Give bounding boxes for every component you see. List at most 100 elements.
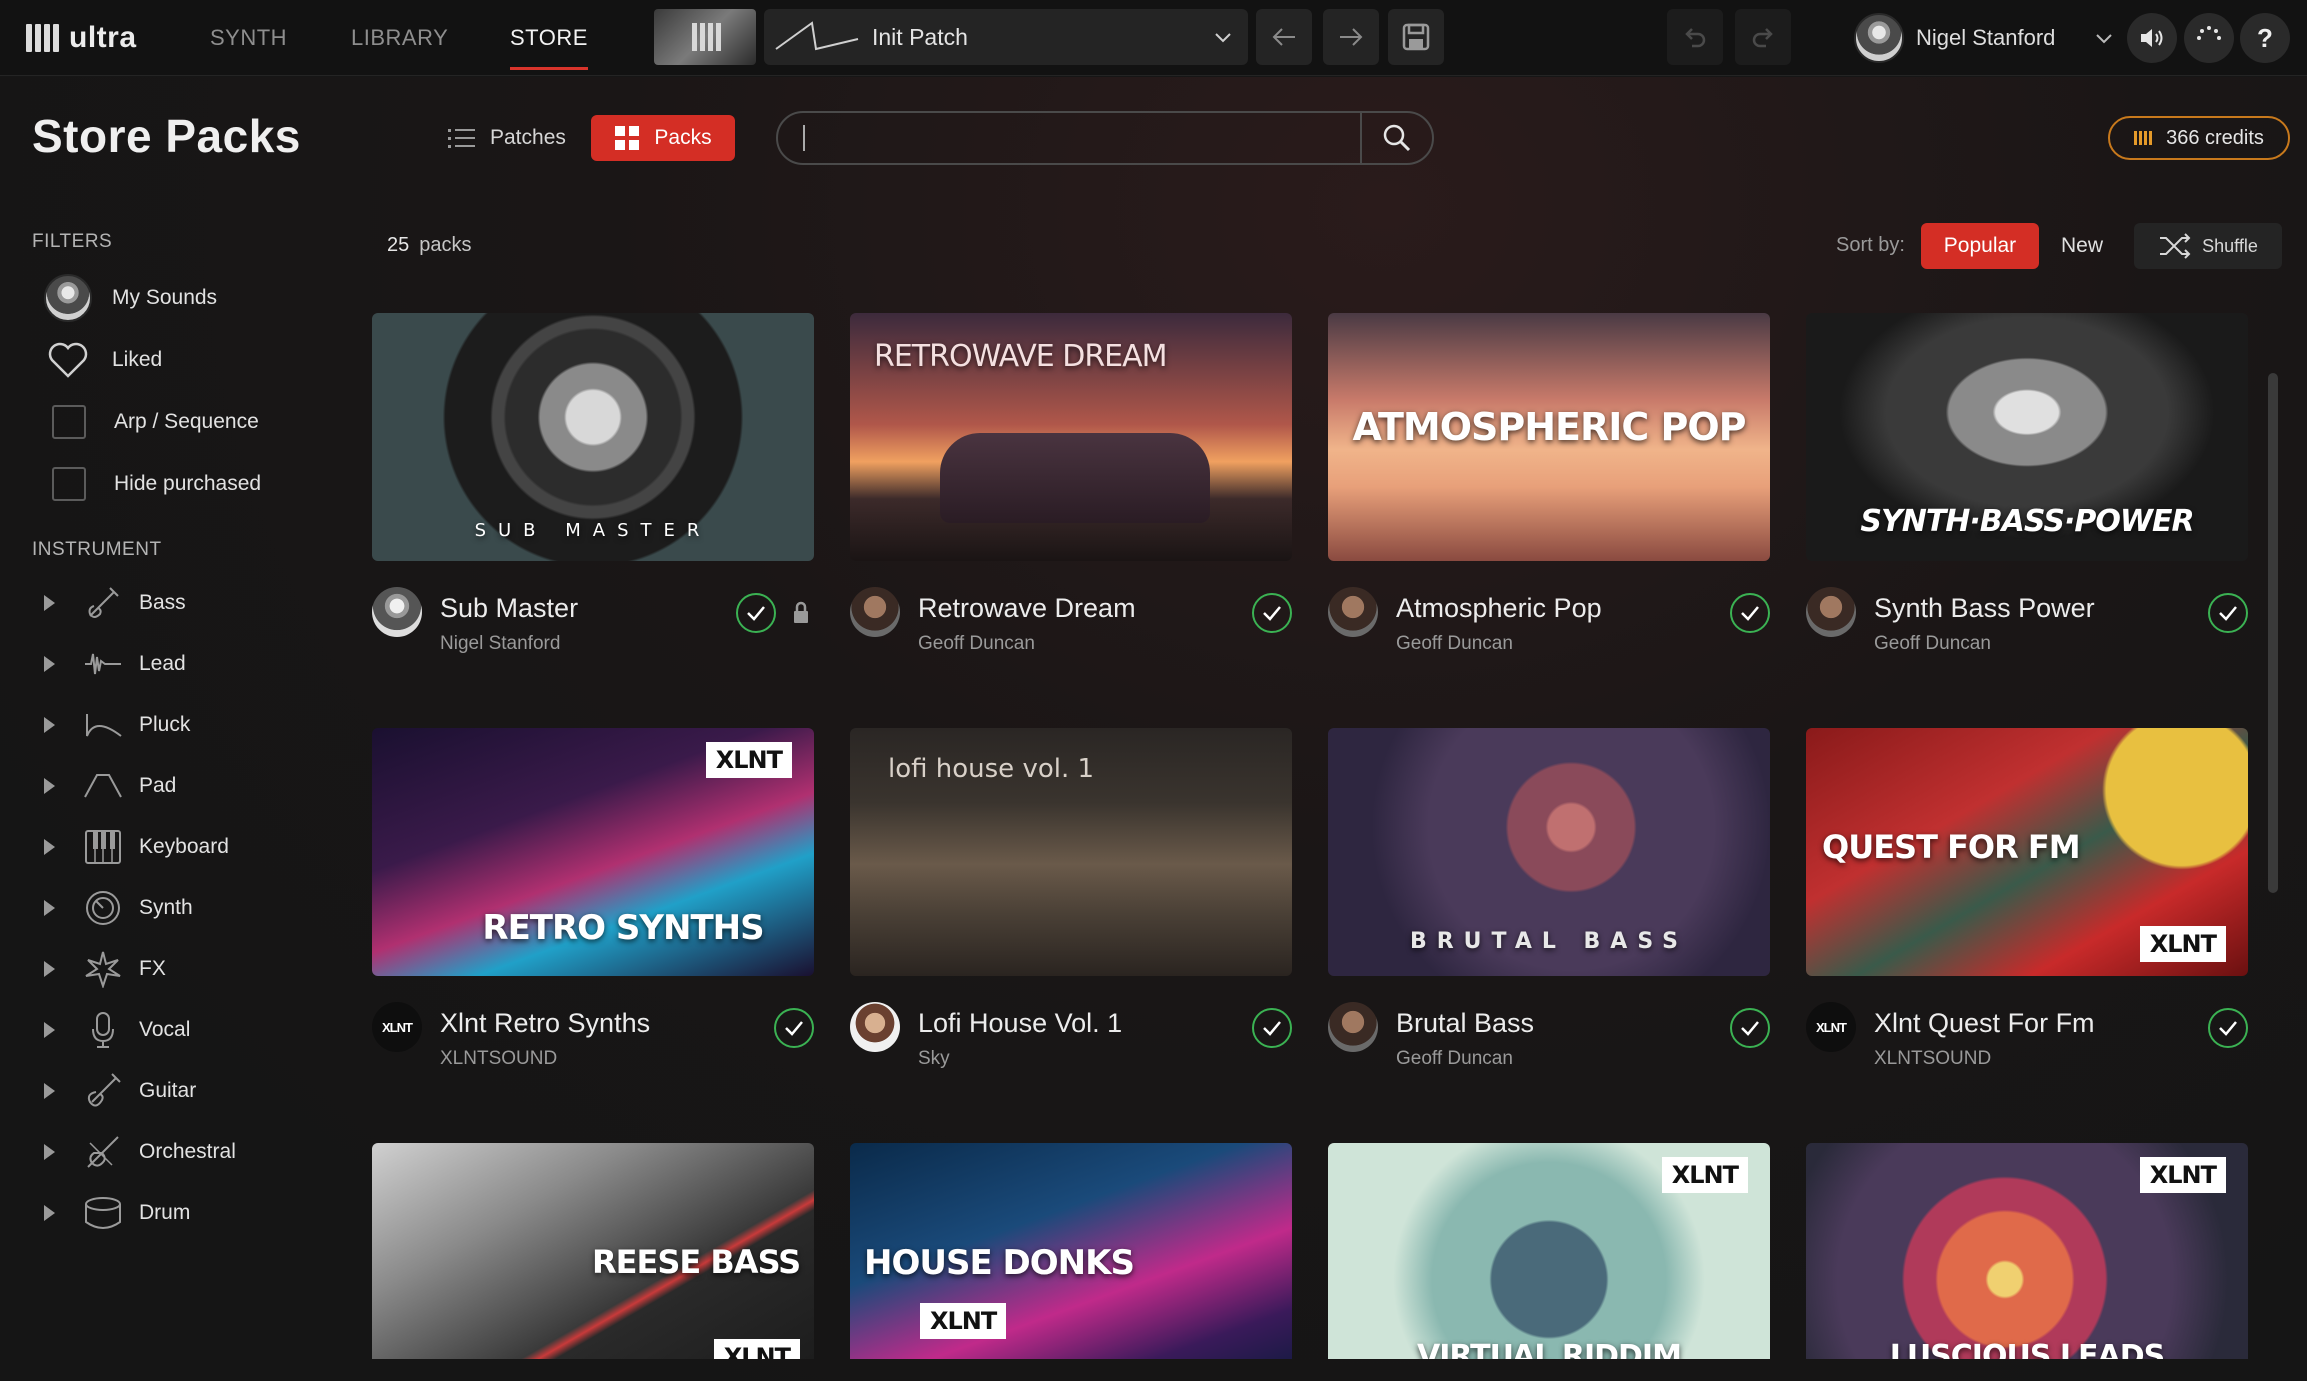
pack-author[interactable]: Geoff Duncan bbox=[1396, 633, 1513, 655]
pack-author[interactable]: Geoff Duncan bbox=[918, 633, 1035, 655]
previous-patch-button[interactable] bbox=[1256, 9, 1312, 65]
pack-cover[interactable]: XLNT QUEST FOR FM bbox=[1806, 728, 2248, 976]
pack-cover[interactable]: XLNT LUSCIOUS LEADS bbox=[1806, 1143, 2248, 1359]
purchased-check-icon bbox=[2208, 593, 2248, 633]
pack-meta: Brutal Bass Geoff Duncan bbox=[1328, 998, 1770, 1078]
user-menu[interactable]: Nigel Stanford bbox=[1854, 13, 2115, 63]
save-disk-icon bbox=[1402, 23, 1430, 51]
instrument-fx[interactable]: FX bbox=[44, 946, 166, 992]
credits-button[interactable]: 366 credits bbox=[2108, 116, 2290, 160]
arp-sequence-checkbox[interactable] bbox=[52, 405, 86, 439]
patch-selector[interactable]: Init Patch bbox=[764, 9, 1248, 65]
expand-triangle-icon[interactable] bbox=[44, 1144, 55, 1160]
undo-button[interactable] bbox=[1667, 9, 1723, 65]
expand-triangle-icon[interactable] bbox=[44, 1083, 55, 1099]
pack-count-unit: packs bbox=[419, 234, 472, 256]
view-patches-button[interactable]: Patches bbox=[444, 115, 570, 161]
pack-card-virtual-riddim[interactable]: XLNT VIRTUAL RIDDIM bbox=[1328, 1143, 1770, 1359]
filter-label: Hide purchased bbox=[114, 472, 262, 495]
pack-author[interactable]: Nigel Stanford bbox=[440, 633, 560, 655]
cover-title: QUEST FOR FM bbox=[1822, 828, 2081, 866]
instrument-guitar[interactable]: Guitar bbox=[44, 1068, 196, 1114]
pack-author[interactable]: Geoff Duncan bbox=[1396, 1048, 1513, 1070]
pack-cover[interactable]: XLNT VIRTUAL RIDDIM bbox=[1328, 1143, 1770, 1359]
cover-title: REESE BASS bbox=[592, 1243, 801, 1281]
activity-button[interactable] bbox=[2184, 13, 2234, 63]
instrument-label: Pad bbox=[139, 774, 177, 797]
pack-author[interactable]: Geoff Duncan bbox=[1874, 633, 1991, 655]
instrument-label: Vocal bbox=[139, 1018, 191, 1041]
filter-hide-purchased[interactable]: Hide purchased bbox=[44, 459, 261, 509]
nav-tab-synth[interactable]: SYNTH bbox=[210, 0, 287, 76]
logo-text: ultra bbox=[69, 21, 137, 54]
instrument-keyboard[interactable]: Keyboard bbox=[44, 824, 229, 870]
app-logo[interactable]: ultra bbox=[26, 20, 137, 56]
nav-tab-store[interactable]: STORE bbox=[510, 0, 588, 76]
author-avatar bbox=[1806, 587, 1856, 637]
purchased-check-icon bbox=[2208, 1008, 2248, 1048]
filter-liked[interactable]: Liked bbox=[44, 335, 162, 385]
expand-triangle-icon[interactable] bbox=[44, 961, 55, 977]
search-button[interactable] bbox=[1362, 113, 1432, 163]
hide-purchased-checkbox[interactable] bbox=[52, 467, 86, 501]
pack-cover[interactable]: XLNT RETRO SYNTHS bbox=[372, 728, 814, 976]
expand-triangle-icon[interactable] bbox=[44, 717, 55, 733]
expand-triangle-icon[interactable] bbox=[44, 656, 55, 672]
pack-cover[interactable]: HOUSE DONKS XLNT bbox=[850, 1143, 1292, 1359]
credits-label: 366 credits bbox=[2166, 126, 2264, 149]
shuffle-button[interactable]: Shuffle bbox=[2134, 223, 2282, 269]
pack-card-luscious-leads[interactable]: XLNT LUSCIOUS LEADS bbox=[1806, 1143, 2248, 1359]
volume-button[interactable] bbox=[2127, 13, 2177, 63]
expand-triangle-icon[interactable] bbox=[44, 900, 55, 916]
expand-triangle-icon[interactable] bbox=[44, 839, 55, 855]
instrument-pluck[interactable]: Pluck bbox=[44, 702, 190, 748]
instrument-label: Keyboard bbox=[139, 835, 229, 858]
pack-cover[interactable]: REESE BASS XLNT bbox=[372, 1143, 814, 1359]
pack-cover[interactable]: SYNTH·BASS·POWER bbox=[1806, 313, 2248, 561]
fx-burst-icon bbox=[83, 949, 123, 989]
pack-meta: Synth Bass Power Geoff Duncan bbox=[1806, 583, 2248, 663]
pack-card-house-donks[interactable]: HOUSE DONKS XLNT bbox=[850, 1143, 1292, 1359]
instrument-pad[interactable]: Pad bbox=[44, 763, 176, 809]
nav-tab-library[interactable]: LIBRARY bbox=[351, 0, 448, 76]
pack-name: Brutal Bass bbox=[1396, 1008, 1535, 1038]
help-button[interactable]: ? bbox=[2240, 13, 2290, 63]
pack-cover[interactable]: BRUTAL BASS bbox=[1328, 728, 1770, 976]
pack-cover[interactable]: ATMOSPHERIC POP bbox=[1328, 313, 1770, 561]
patch-thumbnail[interactable] bbox=[654, 9, 756, 65]
pack-author[interactable]: XLNTSOUND bbox=[440, 1048, 557, 1070]
scrollbar[interactable] bbox=[2268, 373, 2278, 893]
expand-triangle-icon[interactable] bbox=[44, 1205, 55, 1221]
instrument-bass[interactable]: Bass bbox=[44, 580, 186, 626]
next-patch-button[interactable] bbox=[1323, 9, 1379, 65]
sort-new-button[interactable]: New bbox=[2058, 223, 2106, 269]
instrument-label: FX bbox=[139, 957, 166, 980]
store-main: Store Packs Patches Packs 366 credits FI… bbox=[0, 77, 2307, 1381]
purchased-check-icon bbox=[774, 1008, 814, 1048]
pack-cover[interactable]: RETROWAVE DREAM bbox=[850, 313, 1292, 561]
pack-author[interactable]: XLNTSOUND bbox=[1874, 1048, 1991, 1070]
heart-icon bbox=[48, 342, 88, 378]
view-packs-button[interactable]: Packs bbox=[591, 115, 735, 161]
instrument-orchestral[interactable]: Orchestral bbox=[44, 1129, 236, 1175]
pack-author[interactable]: Sky bbox=[918, 1048, 950, 1070]
instrument-synth[interactable]: Synth bbox=[44, 885, 193, 931]
expand-triangle-icon[interactable] bbox=[44, 778, 55, 794]
filter-my-sounds[interactable]: My Sounds bbox=[44, 273, 217, 323]
pack-card-reese-bass[interactable]: REESE BASS XLNT bbox=[372, 1143, 814, 1359]
search-input[interactable] bbox=[800, 121, 1330, 155]
expand-triangle-icon[interactable] bbox=[44, 595, 55, 611]
sort-popular-button[interactable]: Popular bbox=[1921, 223, 2039, 269]
instrument-vocal[interactable]: Vocal bbox=[44, 1007, 190, 1053]
expand-triangle-icon[interactable] bbox=[44, 1022, 55, 1038]
instrument-drum[interactable]: Drum bbox=[44, 1190, 190, 1236]
pack-cover[interactable]: SUB MASTER bbox=[372, 313, 814, 561]
user-avatar bbox=[1854, 13, 1904, 63]
save-patch-button[interactable] bbox=[1388, 9, 1444, 65]
pack-meta: Retrowave Dream Geoff Duncan bbox=[850, 583, 1292, 663]
instrument-lead[interactable]: Lead bbox=[44, 641, 186, 687]
filter-arp-sequence[interactable]: Arp / Sequence bbox=[44, 397, 259, 447]
pack-meta: Atmospheric Pop Geoff Duncan bbox=[1328, 583, 1770, 663]
pack-cover[interactable]: lofi house vol. 1 bbox=[850, 728, 1292, 976]
redo-button[interactable] bbox=[1735, 9, 1791, 65]
